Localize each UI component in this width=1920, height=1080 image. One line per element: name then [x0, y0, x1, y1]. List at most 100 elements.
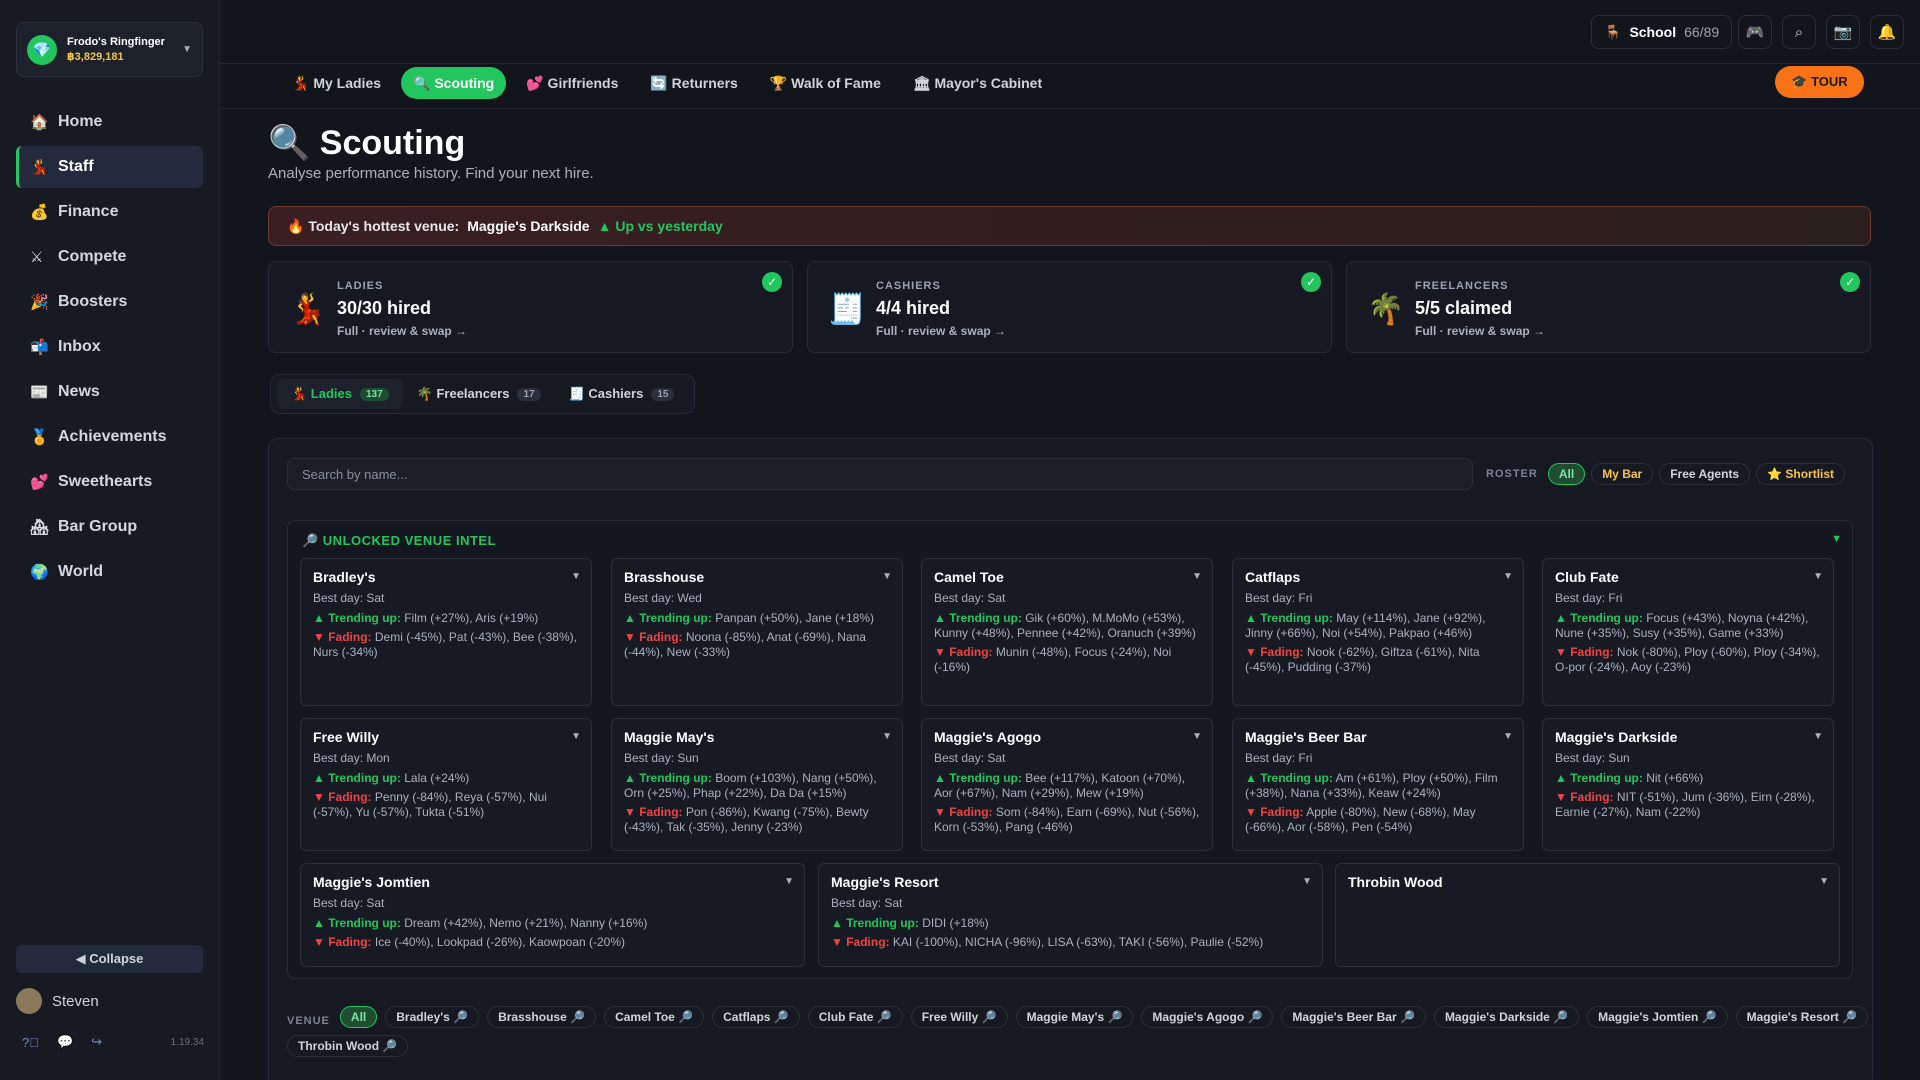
venue-chip[interactable]: Club Fate 🔎	[807, 1006, 903, 1028]
venue-card[interactable]: Brasshouse ▼ Best day: Wed ▲ Trending up: …	[611, 558, 903, 706]
venue-chip[interactable]: Maggie's Darkside 🔎	[1433, 1006, 1580, 1028]
chevron-down-icon[interactable]: ▼	[571, 731, 581, 742]
roster-my-bar-button[interactable]: My Bar	[1591, 463, 1654, 485]
fade-values: KAI (-100%), NICHA (-96%), LISA (-63%), …	[892, 935, 1264, 949]
venue-chip[interactable]: Catflaps 🔎	[712, 1006, 800, 1028]
school-label: School	[1629, 24, 1677, 40]
camera-icon[interactable]: 📷	[1826, 15, 1860, 49]
party-icon: 🎉	[30, 294, 49, 311]
sidebar-item-home[interactable]: 🏠 Home	[16, 101, 203, 143]
user-profile[interactable]: Steven	[16, 988, 99, 1014]
fading: ▼ Fading: Som (-84%), Earn (-69%), Nut (…	[934, 805, 1200, 835]
chevron-down-icon[interactable]: ▼	[1831, 533, 1842, 545]
stat-link[interactable]: Full · review & swap →	[876, 324, 1006, 338]
tab-girlfriends[interactable]: 💕 Girlfriends	[514, 67, 630, 99]
gamepad-icon[interactable]: 🎮	[1738, 15, 1772, 49]
tour-button[interactable]: 🎓 TOUR	[1775, 66, 1864, 98]
venue-card[interactable]: Maggie May's ▼ Best day: Sun ▲ Trending up…	[611, 718, 903, 851]
venue-chip[interactable]: Throbin Wood 🔎	[287, 1035, 409, 1057]
chevron-down-icon[interactable]: ▼	[1813, 731, 1823, 742]
stat-card-cashiers[interactable]: 🧾 CASHIERS 4/4 hired Full · review & swa…	[807, 261, 1332, 353]
stat-card-freelancers[interactable]: 🌴 FREELANCERS 5/5 claimed Full · review …	[1346, 261, 1871, 353]
count-badge: 17	[517, 387, 541, 401]
venue-card[interactable]: Catflaps ▼ Best day: Fri ▲ Trending up: Ma…	[1232, 558, 1524, 706]
trend-label: ▲ Trending up:	[624, 771, 712, 785]
sidebar-item-bar-group[interactable]: 🏘 Bar Group	[16, 506, 203, 548]
chevron-down-icon[interactable]: ▼	[1503, 571, 1513, 582]
venue-chip[interactable]: Maggie's Beer Bar 🔎	[1281, 1006, 1426, 1028]
tab-scouting[interactable]: 🔍 Scouting	[401, 67, 507, 99]
chevron-down-icon[interactable]: ▼	[882, 571, 892, 582]
tab-freelancers[interactable]: 🌴 Freelancers 17	[403, 379, 555, 409]
sidebar-item-boosters[interactable]: 🎉 Boosters	[16, 281, 203, 323]
bell-icon[interactable]: 🔔	[1870, 15, 1904, 49]
venue-name: Free Willy	[313, 729, 380, 745]
venue-name: Throbin Wood	[1348, 874, 1443, 890]
venue-name: Maggie's Resort	[831, 874, 939, 890]
sidebar-item-world[interactable]: 🌍 World	[16, 551, 203, 593]
chevron-down-icon[interactable]: ▼	[1192, 571, 1202, 582]
sidebar-item-compete[interactable]: ⚔ Compete	[16, 236, 203, 278]
sidebar-item-inbox[interactable]: 📬 Inbox	[16, 326, 203, 368]
chevron-down-icon[interactable]: ▼	[571, 571, 581, 582]
chevron-down-icon[interactable]: ▼	[784, 876, 794, 887]
venue-card[interactable]: Maggie's Agogo ▼ Best day: Sat ▲ Trending …	[921, 718, 1213, 851]
roster-free-agents-button[interactable]: Free Agents	[1659, 463, 1751, 485]
chevron-down-icon[interactable]: ▼	[1813, 571, 1823, 582]
venue-card[interactable]: Bradley's ▼ Best day: Sat ▲ Trending up: F…	[300, 558, 592, 706]
sidebar-item-sweethearts[interactable]: 💕 Sweethearts	[16, 461, 203, 503]
fade-label: ▼ Fading:	[624, 805, 683, 819]
chevron-down-icon[interactable]: ▼	[1192, 731, 1202, 742]
gem-icon: 💎	[27, 34, 57, 65]
venue-card[interactable]: Maggie's Darkside ▼ Best day: Sun ▲ Trendi…	[1542, 718, 1834, 851]
venue-chip[interactable]: Maggie May's 🔎	[1015, 1006, 1134, 1028]
venue-chip[interactable]: Free Willy 🔎	[910, 1006, 1008, 1028]
venue-chip[interactable]: Maggie's Agogo 🔎	[1141, 1006, 1274, 1028]
best-day: Best day: Sat	[313, 896, 385, 910]
venue-chip[interactable]: Maggie's Resort 🔎	[1735, 1006, 1869, 1028]
logout-icon[interactable]: ↪	[91, 1034, 102, 1050]
venue-card[interactable]: Club Fate ▼ Best day: Fri ▲ Trending up: F…	[1542, 558, 1834, 706]
venue-chip[interactable]: Maggie's Jomtien 🔎	[1587, 1006, 1728, 1028]
tab-returners[interactable]: 🔄 Returners	[638, 67, 749, 99]
venue-chip[interactable]: Camel Toe 🔎	[604, 1006, 705, 1028]
venue-card[interactable]: Maggie's Resort ▼ Best day: Sat ▲ Trending…	[818, 863, 1323, 967]
chat-icon[interactable]: 💬	[57, 1034, 73, 1050]
venue-card[interactable]: Throbin Wood ▼	[1335, 863, 1840, 967]
tab-walk-of-fame[interactable]: 🏆 Walk of Fame	[758, 67, 893, 99]
tab-ladies[interactable]: 💃 Ladies 137	[277, 379, 403, 409]
chevron-down-icon[interactable]: ▼	[1819, 876, 1829, 887]
venue-name: Camel Toe	[934, 569, 1004, 585]
venue-card[interactable]: Free Willy ▼ Best day: Mon ▲ Trending up: …	[300, 718, 592, 851]
venue-card[interactable]: Maggie's Beer Bar ▼ Best day: Fri ▲ Trendi…	[1232, 718, 1524, 851]
tab-mayors-cabinet[interactable]: 🏛 Mayor's Cabinet	[901, 67, 1054, 99]
venue-chip[interactable]: Brasshouse 🔎	[487, 1006, 597, 1028]
venue-chip[interactable]: Bradley's 🔎	[385, 1006, 480, 1028]
search-input[interactable]	[287, 458, 1473, 490]
help-icon[interactable]: ?⃝	[22, 1035, 39, 1050]
trending-up: ▲ Trending up: Am (+61%), Ploy (+50%), F…	[1245, 771, 1511, 801]
stat-card-ladies[interactable]: 💃 LADIES 30/30 hired Full · review & swa…	[268, 261, 793, 353]
tab-cashiers[interactable]: 🧾 Cashiers 15	[555, 379, 689, 409]
sidebar-item-achievements[interactable]: 🏅 Achievements	[16, 416, 203, 458]
chevron-down-icon[interactable]: ▼	[882, 731, 892, 742]
chevron-down-icon[interactable]: ▼	[1503, 731, 1513, 742]
roster-shortlist-button[interactable]: ⭐ Shortlist	[1756, 463, 1846, 485]
tab-my-ladies[interactable]: 💃 My Ladies	[280, 67, 393, 99]
venue-card[interactable]: Camel Toe ▼ Best day: Sat ▲ Trending up: G…	[921, 558, 1213, 706]
sidebar-item-news[interactable]: 📰 News	[16, 371, 203, 413]
chevron-down-icon[interactable]: ▼	[1302, 876, 1312, 887]
stat-link[interactable]: Full · review & swap →	[1415, 324, 1545, 338]
collapse-button[interactable]: ◀ Collapse	[16, 945, 203, 973]
search-icon[interactable]: ⌕	[1782, 15, 1816, 49]
venue-filter: VENUE All Bradley's 🔎 Brasshouse 🔎 Camel To…	[287, 1006, 1877, 1064]
sidebar-item-finance[interactable]: 💰 Finance	[16, 191, 203, 233]
stat-link[interactable]: Full · review & swap →	[337, 324, 467, 338]
roster-all-button[interactable]: All	[1547, 463, 1586, 485]
sidebar-item-staff[interactable]: 💃 Staff	[16, 146, 203, 188]
account-switcher[interactable]: 💎 Frodo's Ringfinger ฿3,829,181 ▼	[16, 22, 203, 77]
venue-chip[interactable]: All	[339, 1006, 378, 1028]
trend-label: ▲ Trending up:	[1555, 611, 1643, 625]
school-indicator[interactable]: 🪑 School 66/89	[1591, 15, 1733, 49]
venue-card[interactable]: Maggie's Jomtien ▼ Best day: Sat ▲ Trendin…	[300, 863, 805, 967]
